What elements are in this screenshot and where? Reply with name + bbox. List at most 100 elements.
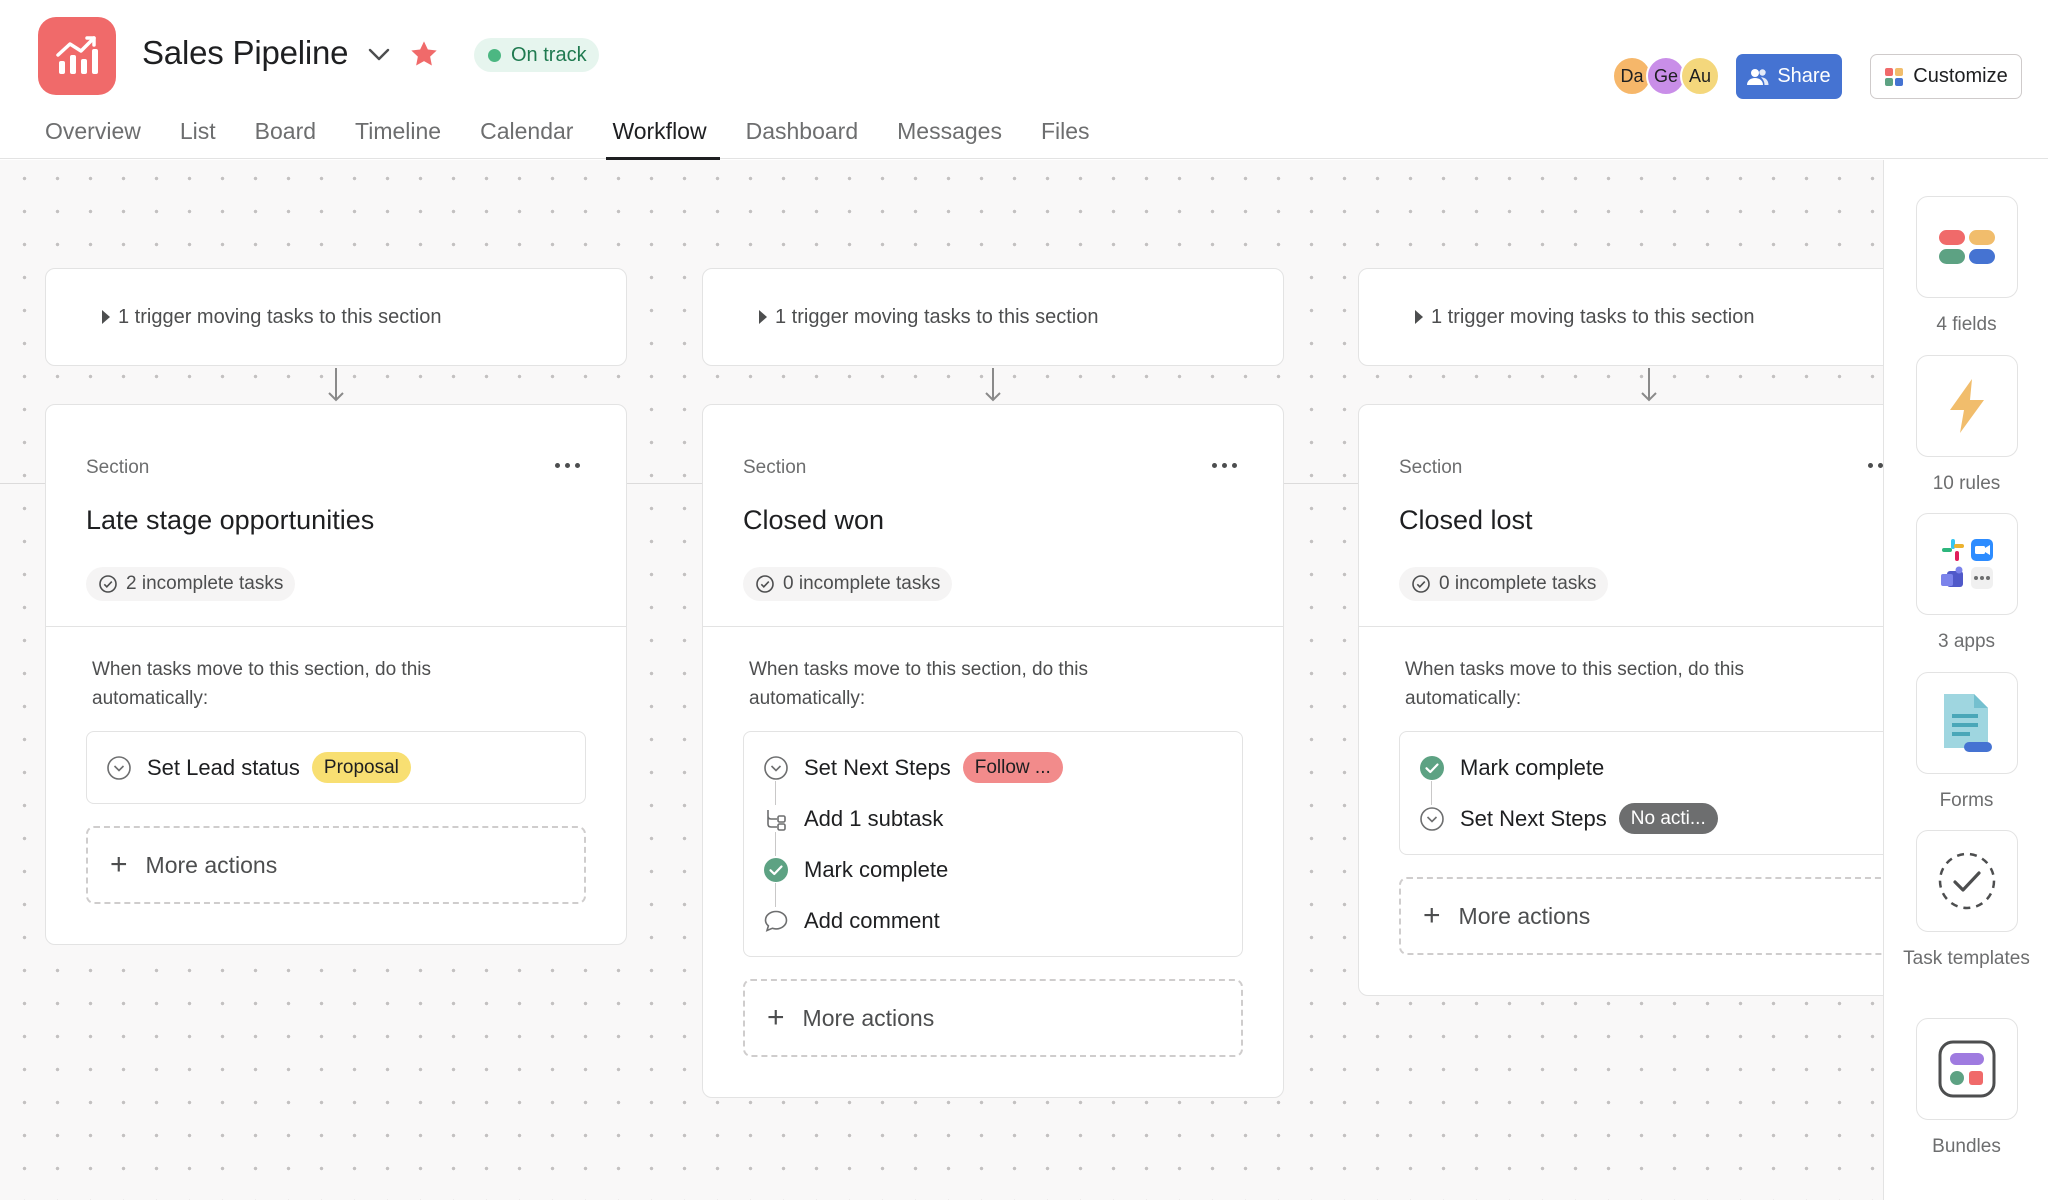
incomplete-tasks-badge[interactable]: 2 incomplete tasks — [86, 567, 296, 601]
plus-icon: + — [767, 1001, 785, 1034]
chevron-down-icon[interactable] — [364, 40, 394, 70]
section-label: Section — [1399, 457, 1463, 478]
star-icon[interactable] — [408, 38, 440, 70]
section-automation: When tasks move to this section, do this… — [46, 627, 626, 944]
share-label: Share — [1777, 65, 1831, 87]
rail-item-forms[interactable]: Forms — [1884, 672, 2048, 815]
incomplete-tasks-text: 2 incomplete tasks — [126, 573, 284, 594]
arrow-down-icon — [983, 366, 1003, 404]
form-icon — [1915, 672, 2018, 774]
member-avatars[interactable]: Da Ge Au — [1612, 56, 1720, 96]
avatar-initials: Da — [1620, 65, 1644, 86]
tab-workflow[interactable]: Workflow — [606, 118, 720, 160]
incomplete-tasks-text: 0 incomplete tasks — [1439, 573, 1597, 594]
trigger-card[interactable]: 1 trigger moving tasks to this section — [1358, 268, 1883, 366]
more-actions-label: More actions — [145, 851, 278, 878]
avatar-initials: Ge — [1653, 65, 1678, 86]
action-set-next-steps[interactable]: Set Next Steps No acti... — [1418, 793, 1880, 844]
action-label: Add 1 subtask — [804, 805, 944, 831]
action-mark-complete[interactable]: Mark complete — [1418, 742, 1880, 805]
rail-label: 10 rules — [1932, 473, 2001, 494]
automation-description: When tasks move to this section, do this… — [749, 659, 1088, 709]
project-header: Sales Pipeline On track Da Ge Au Share C… — [0, 0, 2048, 160]
rail-label: Forms — [1939, 790, 1994, 811]
customize-button[interactable]: Customize — [1870, 54, 2022, 99]
rail-item-apps[interactable]: 3 apps — [1884, 513, 2048, 656]
tab-overview[interactable]: Overview — [45, 118, 141, 159]
trigger-text: 1 trigger moving tasks to this section — [1431, 305, 1755, 328]
more-options-icon[interactable] — [1868, 457, 1883, 474]
more-options-icon[interactable] — [1212, 457, 1237, 474]
incomplete-tasks-badge[interactable]: 0 incomplete tasks — [1399, 567, 1609, 601]
more-actions-button[interactable]: + More actions — [743, 979, 1243, 1057]
project-title[interactable]: Sales Pipeline — [142, 34, 349, 72]
status-label: On track — [511, 43, 587, 66]
trigger-text: 1 trigger moving tasks to this section — [775, 305, 1099, 328]
action-add-subtask[interactable]: Add 1 subtask — [762, 793, 1224, 856]
section-name[interactable]: Closed won — [743, 505, 884, 536]
more-options-icon[interactable] — [555, 457, 580, 474]
incomplete-tasks-text: 0 incomplete tasks — [783, 573, 941, 594]
workflow-canvas[interactable]: 1 trigger moving tasks to this section S… — [0, 160, 1883, 1200]
tab-board[interactable]: Board — [255, 118, 316, 159]
check-complete-icon — [1418, 754, 1446, 782]
tab-timeline[interactable]: Timeline — [355, 118, 441, 159]
action-mark-complete[interactable]: Mark complete — [762, 844, 1224, 907]
project-app-icon[interactable] — [38, 17, 116, 95]
trigger-card[interactable]: 1 trigger moving tasks to this section — [702, 268, 1284, 366]
rail-item-rules[interactable]: 10 rules — [1884, 355, 2048, 498]
status-dot-icon — [488, 48, 501, 62]
incomplete-tasks-badge[interactable]: 0 incomplete tasks — [743, 567, 953, 601]
action-label: Set Next Steps — [1460, 805, 1607, 831]
section-name[interactable]: Closed lost — [1399, 505, 1533, 536]
action-set-lead-status[interactable]: Set Lead status Proposal — [105, 742, 567, 793]
tab-files[interactable]: Files — [1041, 118, 1090, 159]
section-automation: When tasks move to this section, do this… — [703, 627, 1283, 1097]
workflow-column: 1 trigger moving tasks to this section S… — [1358, 268, 1883, 996]
more-actions-label: More actions — [1458, 902, 1591, 929]
field-value-chip: Follow ... — [962, 752, 1063, 783]
customize-rail: 4 fields 10 rules 3 apps Forms Task temp… — [1883, 160, 2048, 1200]
trigger-card[interactable]: 1 trigger moving tasks to this section — [45, 268, 627, 366]
automation-description: When tasks move to this section, do this… — [1405, 659, 1744, 709]
section-card: Section Closed won 0 incomplete tasks Wh… — [702, 404, 1284, 1098]
section-label: Section — [743, 457, 807, 478]
tab-messages[interactable]: Messages — [897, 118, 1002, 159]
section-name[interactable]: Late stage opportunities — [86, 505, 374, 536]
section-header: Section Closed lost 0 incomplete tasks — [1359, 405, 1883, 627]
actions-list: Mark complete Set Next Steps No acti... — [1399, 731, 1883, 855]
caret-right-icon — [1415, 310, 1423, 324]
arrow-down-icon — [1639, 366, 1659, 404]
comment-icon — [762, 907, 790, 935]
fields-icon — [1915, 196, 2018, 298]
rail-item-fields[interactable]: 4 fields — [1884, 196, 2048, 339]
dropdown-field-icon — [1418, 805, 1446, 833]
section-card: Section Late stage opportunities 2 incom… — [45, 404, 627, 945]
rail-label: 3 apps — [1937, 631, 1996, 652]
workflow-column: 1 trigger moving tasks to this section S… — [702, 268, 1284, 1098]
action-label: Add comment — [804, 907, 940, 933]
apps-icon — [1915, 513, 2018, 615]
task-template-icon — [1915, 830, 2018, 932]
action-add-comment[interactable]: Add comment — [762, 895, 1224, 946]
rail-label: 4 fields — [1936, 314, 1997, 335]
rail-label: Bundles — [1932, 1136, 2001, 1157]
tab-dashboard[interactable]: Dashboard — [746, 118, 859, 159]
rail-label: Task templates — [1903, 948, 2030, 969]
more-actions-button[interactable]: + More actions — [86, 826, 586, 904]
action-set-next-steps[interactable]: Set Next Steps Follow ... — [762, 742, 1224, 805]
customize-grid-icon — [1885, 67, 1904, 86]
customize-label: Customize — [1913, 65, 2008, 87]
section-card: Section Closed lost 0 incomplete tasks W… — [1358, 404, 1883, 996]
rail-item-bundles[interactable]: Bundles — [1884, 1018, 2048, 1161]
rail-item-task-templates[interactable]: Task templates — [1884, 830, 2048, 973]
tab-list[interactable]: List — [180, 118, 216, 159]
more-actions-button[interactable]: + More actions — [1399, 877, 1883, 955]
action-label: Mark complete — [1460, 754, 1605, 780]
dropdown-field-icon — [105, 754, 133, 782]
more-actions-label: More actions — [802, 1004, 935, 1031]
project-status-badge[interactable]: On track — [474, 38, 599, 72]
avatar[interactable]: Au — [1680, 56, 1720, 96]
tab-calendar[interactable]: Calendar — [480, 118, 573, 159]
share-button[interactable]: Share — [1736, 54, 1842, 99]
